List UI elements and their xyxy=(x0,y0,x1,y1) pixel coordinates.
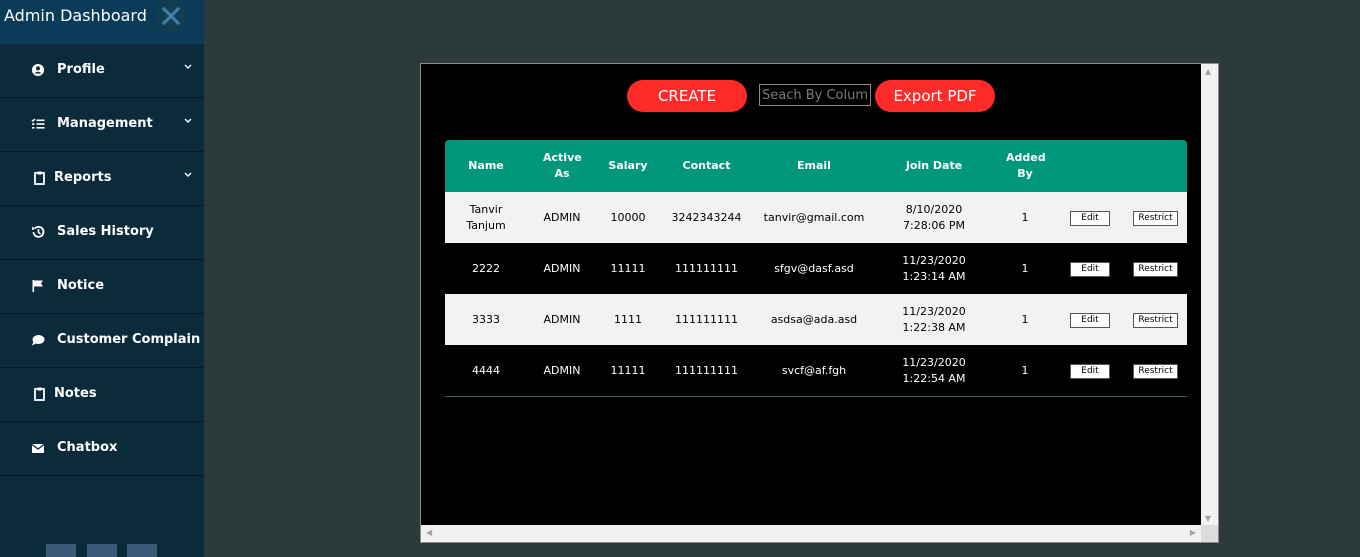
column-header[interactable]: Name xyxy=(445,140,527,192)
cell-name: 4444 xyxy=(445,345,527,397)
employees-table: Name Active As Salary Contact Email Join… xyxy=(445,140,1187,397)
cell-email: asdsa@ada.asd xyxy=(754,294,874,345)
search-input[interactable] xyxy=(759,84,871,106)
column-header[interactable]: Added By xyxy=(994,140,1056,192)
cell-join-date: 11/23/2020 1:22:54 AM xyxy=(874,345,994,397)
clipboard-icon xyxy=(34,387,45,401)
restrict-button[interactable]: Restrict xyxy=(1133,261,1178,277)
envelope-icon xyxy=(31,443,45,453)
flag-icon xyxy=(32,280,43,292)
close-sidebar-button[interactable] xyxy=(156,1,186,31)
sidebar-item-label: Profile xyxy=(57,62,105,77)
chevron-down-icon xyxy=(184,118,192,123)
column-header[interactable]: Contact xyxy=(659,140,754,192)
sidebar-item-chatbox[interactable]: Chatbox xyxy=(0,422,204,476)
sidebar-item-customer-complain[interactable]: Customer Complain xyxy=(0,314,204,368)
column-header[interactable]: Join Date xyxy=(874,140,994,192)
cell-contact: 111111111 xyxy=(659,243,754,294)
social-button[interactable] xyxy=(46,544,76,557)
content-frame: CREATE Export PDF Name Active As Salary … xyxy=(420,63,1219,543)
table-row: 2222 ADMIN 11111 111111111 sfgv@dasf.asd… xyxy=(445,243,1187,294)
cell-active-as: ADMIN xyxy=(527,345,597,397)
cell-added-by: 1 xyxy=(994,345,1056,397)
social-button[interactable] xyxy=(87,544,117,557)
chevron-down-icon xyxy=(184,64,192,69)
cell-active-as: ADMIN xyxy=(527,243,597,294)
cell-salary: 1111 xyxy=(597,294,659,345)
comment-icon xyxy=(32,335,45,346)
cell-contact: 111111111 xyxy=(659,345,754,397)
cell-salary: 10000 xyxy=(597,192,659,243)
cell-contact: 111111111 xyxy=(659,294,754,345)
cell-email: sfgv@dasf.asd xyxy=(754,243,874,294)
sidebar-title: Admin Dashboard xyxy=(4,6,147,25)
chevron-down-icon xyxy=(184,172,192,177)
table-row: 3333 ADMIN 1111 111111111 asdsa@ada.asd … xyxy=(445,294,1187,345)
list-icon xyxy=(31,118,45,129)
sidebar-item-management[interactable]: Management xyxy=(0,98,204,152)
scroll-up-icon[interactable]: ▲ xyxy=(1205,67,1211,76)
cell-join-date: 8/10/2020 7:28:06 PM xyxy=(874,192,994,243)
sidebar-item-profile[interactable]: Profile xyxy=(0,44,204,98)
sidebar-item-notes[interactable]: Notes xyxy=(0,368,204,422)
cell-salary: 11111 xyxy=(597,345,659,397)
edit-button[interactable]: Edit xyxy=(1070,261,1110,277)
scrollbar-corner xyxy=(1201,525,1218,542)
cell-added-by: 1 xyxy=(994,192,1056,243)
cell-name: 2222 xyxy=(445,243,527,294)
cell-join-date: 11/23/2020 1:22:38 AM xyxy=(874,294,994,345)
cell-email: svcf@af.fgh xyxy=(754,345,874,397)
cell-contact: 3242343244 xyxy=(659,192,754,243)
sidebar-item-label: Notes xyxy=(54,386,97,401)
edit-button[interactable]: Edit xyxy=(1070,363,1110,379)
table-header-row: Name Active As Salary Contact Email Join… xyxy=(445,140,1187,192)
create-button[interactable]: CREATE xyxy=(627,80,747,112)
cell-name: 3333 xyxy=(445,294,527,345)
column-header[interactable]: Active As xyxy=(527,140,597,192)
restrict-button[interactable]: Restrict xyxy=(1133,363,1178,379)
sidebar-item-label: Notice xyxy=(57,278,105,293)
table-row: Tanvir Tanjum ADMIN 10000 3242343244 tan… xyxy=(445,192,1187,243)
scroll-down-icon[interactable]: ▼ xyxy=(1205,514,1211,523)
user-circle-icon xyxy=(32,64,44,76)
restrict-button[interactable]: Restrict xyxy=(1133,312,1178,328)
scroll-right-icon[interactable]: ▶ xyxy=(1190,528,1196,537)
scroll-left-icon[interactable]: ◀ xyxy=(426,528,432,537)
history-icon xyxy=(32,225,45,238)
sidebar-item-sales-history[interactable]: Sales History xyxy=(0,206,204,260)
column-header[interactable]: Salary xyxy=(597,140,659,192)
export-pdf-button[interactable]: Export PDF xyxy=(875,80,995,112)
cell-active-as: ADMIN xyxy=(527,294,597,345)
column-header[interactable]: Email xyxy=(754,140,874,192)
cell-active-as: ADMIN xyxy=(527,192,597,243)
sidebar-item-label: Chatbox xyxy=(57,440,118,455)
edit-button[interactable]: Edit xyxy=(1070,210,1110,226)
vertical-scrollbar[interactable]: ▲ ▼ xyxy=(1201,64,1218,526)
cell-name: Tanvir Tanjum xyxy=(445,192,527,243)
cell-join-date: 11/23/2020 1:23:14 AM xyxy=(874,243,994,294)
cell-added-by: 1 xyxy=(994,243,1056,294)
column-header xyxy=(1056,140,1124,192)
edit-button[interactable]: Edit xyxy=(1070,312,1110,328)
cell-added-by: 1 xyxy=(994,294,1056,345)
sidebar-item-notice[interactable]: Notice xyxy=(0,260,204,314)
sidebar-item-label: Reports xyxy=(54,170,112,185)
social-button[interactable] xyxy=(127,544,157,557)
sidebar-header: Admin Dashboard xyxy=(0,0,204,44)
cell-email: tanvir@gmail.com xyxy=(754,192,874,243)
close-icon xyxy=(162,7,180,25)
horizontal-scrollbar[interactable]: ◀ ▶ xyxy=(421,525,1201,542)
sidebar-item-label: Management xyxy=(57,116,153,131)
sidebar-item-label: Customer Complain xyxy=(57,332,201,347)
restrict-button[interactable]: Restrict xyxy=(1133,210,1178,226)
clipboard-icon xyxy=(34,171,45,185)
cell-salary: 11111 xyxy=(597,243,659,294)
table-row: 4444 ADMIN 11111 111111111 svcf@af.fgh 1… xyxy=(445,345,1187,397)
sidebar-item-label: Sales History xyxy=(57,224,154,239)
column-header xyxy=(1124,140,1187,192)
sidebar-item-reports[interactable]: Reports xyxy=(0,152,204,206)
sidebar: Admin Dashboard Profile Management Repor… xyxy=(0,0,204,557)
